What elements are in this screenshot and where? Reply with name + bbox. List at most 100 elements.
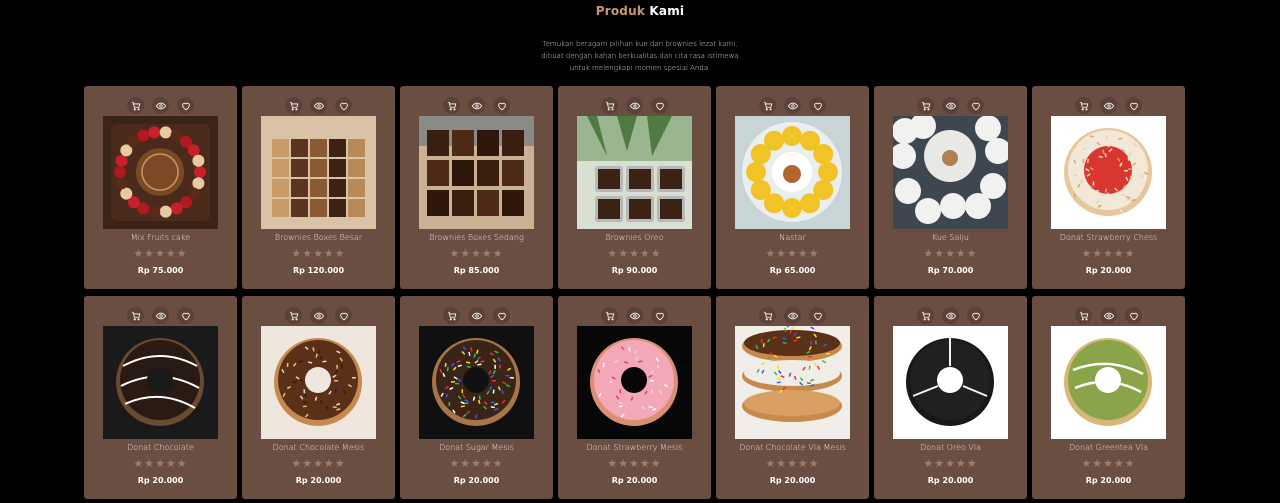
product-name[interactable]: Brownies Boxes Sedang xyxy=(400,233,553,242)
wishlist-button[interactable] xyxy=(335,97,352,114)
product-card[interactable]: Nastar ★★★★★ Rp 65.000 xyxy=(716,86,869,289)
add-to-cart-button[interactable] xyxy=(601,97,618,114)
donut-strawberry-cheese-photo[interactable] xyxy=(1051,116,1166,229)
wishlist-button[interactable] xyxy=(809,97,826,114)
wishlist-button[interactable] xyxy=(1125,307,1142,324)
product-card[interactable]: Donat Chocolate Mesis ★★★★★ Rp 20.000 xyxy=(242,296,395,499)
quick-view-button[interactable] xyxy=(1100,307,1117,324)
product-card[interactable]: Donat Greentea Vla ★★★★★ Rp 20.000 xyxy=(1032,296,1185,499)
product-card[interactable]: Brownies Boxes Sedang ★★★★★ Rp 85.000 xyxy=(400,86,553,289)
product-name[interactable]: Kue Salju xyxy=(874,233,1027,242)
add-to-cart-button[interactable] xyxy=(443,97,460,114)
product-name[interactable]: Mix Fruits cake xyxy=(84,233,237,242)
eye-icon xyxy=(945,311,956,321)
add-to-cart-button[interactable] xyxy=(285,307,302,324)
add-to-cart-button[interactable] xyxy=(917,97,934,114)
quick-view-button[interactable] xyxy=(626,97,643,114)
product-price: Rp 20.000 xyxy=(137,476,184,485)
product-card[interactable]: Donat Strawberry Mesis ★★★★★ Rp 20.000 xyxy=(558,296,711,499)
product-name[interactable]: Donat Oreo Vla xyxy=(874,443,1027,452)
product-name[interactable]: Donat Chocolate Vla Mesis xyxy=(716,443,869,452)
quick-view-button[interactable] xyxy=(468,307,485,324)
brownies-box-large-photo[interactable] xyxy=(261,116,376,229)
product-card[interactable]: Donat Strawberry Chess ★★★★★ Rp 20.000 xyxy=(1032,86,1185,289)
add-to-cart-button[interactable] xyxy=(759,307,776,324)
nastar-photo[interactable] xyxy=(735,116,850,229)
product-actions xyxy=(242,97,395,114)
product-card[interactable]: Donat Chocolate ★★★★★ Rp 20.000 xyxy=(84,296,237,499)
quick-view-button[interactable] xyxy=(310,307,327,324)
eye-icon xyxy=(629,101,640,111)
product-name[interactable]: Donat Chocolate xyxy=(84,443,237,452)
product-name[interactable]: Donat Greentea Vla xyxy=(1032,443,1185,452)
quick-view-button[interactable] xyxy=(942,97,959,114)
donut-greentea-photo[interactable] xyxy=(1051,326,1166,439)
wishlist-button[interactable] xyxy=(651,97,668,114)
add-to-cart-button[interactable] xyxy=(759,97,776,114)
product-name[interactable]: Nastar xyxy=(716,233,869,242)
wishlist-button[interactable] xyxy=(493,97,510,114)
wishlist-button[interactable] xyxy=(493,307,510,324)
wishlist-button[interactable] xyxy=(967,97,984,114)
quick-view-button[interactable] xyxy=(626,307,643,324)
product-card[interactable]: Brownies Oreo ★★★★★ Rp 90.000 xyxy=(558,86,711,289)
product-price: Rp 70.000 xyxy=(927,266,974,275)
rating-stars: ★★★★★ xyxy=(133,247,188,260)
wishlist-button[interactable] xyxy=(1125,97,1142,114)
quick-view-button[interactable] xyxy=(152,97,169,114)
add-to-cart-button[interactable] xyxy=(285,97,302,114)
brownies-oreo-photo[interactable] xyxy=(577,116,692,229)
donut-chocolate-photo[interactable] xyxy=(103,326,218,439)
add-to-cart-button[interactable] xyxy=(127,97,144,114)
product-card[interactable]: Kue Salju ★★★★★ Rp 70.000 xyxy=(874,86,1027,289)
eye-icon xyxy=(313,101,324,111)
wishlist-button[interactable] xyxy=(967,307,984,324)
brownies-box-medium-photo[interactable] xyxy=(419,116,534,229)
cart-icon xyxy=(447,311,457,321)
heart-icon xyxy=(339,311,349,321)
product-name[interactable]: Donat Sugar Mesis xyxy=(400,443,553,452)
product-card[interactable]: Donat Sugar Mesis ★★★★★ Rp 20.000 xyxy=(400,296,553,499)
quick-view-button[interactable] xyxy=(468,97,485,114)
product-name[interactable]: Donat Chocolate Mesis xyxy=(242,443,395,452)
quick-view-button[interactable] xyxy=(784,307,801,324)
product-price: Rp 20.000 xyxy=(927,476,974,485)
eye-icon xyxy=(471,101,482,111)
quick-view-button[interactable] xyxy=(942,307,959,324)
product-name[interactable]: Donat Strawberry Chess xyxy=(1032,233,1185,242)
wishlist-button[interactable] xyxy=(651,307,668,324)
product-actions xyxy=(242,307,395,324)
product-card[interactable]: Brownies Boxes Besar ★★★★★ Rp 120.000 xyxy=(242,86,395,289)
rating-stars: ★★★★★ xyxy=(291,247,346,260)
product-name[interactable]: Brownies Boxes Besar xyxy=(242,233,395,242)
donut-sugar-sprinkles-photo[interactable] xyxy=(419,326,534,439)
add-to-cart-button[interactable] xyxy=(443,307,460,324)
fruit-cake-photo[interactable] xyxy=(103,116,218,229)
kue-salju-photo[interactable] xyxy=(893,116,1008,229)
donut-stack-photo[interactable] xyxy=(735,326,850,439)
product-name[interactable]: Brownies Oreo xyxy=(558,233,711,242)
wishlist-button[interactable] xyxy=(177,97,194,114)
quick-view-button[interactable] xyxy=(310,97,327,114)
donut-chocolate-sprinkles-photo[interactable] xyxy=(261,326,376,439)
quick-view-button[interactable] xyxy=(1100,97,1117,114)
product-card[interactable]: Donat Chocolate Vla Mesis ★★★★★ Rp 20.000 xyxy=(716,296,869,499)
donut-strawberry-sprinkles-photo[interactable] xyxy=(577,326,692,439)
add-to-cart-button[interactable] xyxy=(601,307,618,324)
product-card[interactable]: Donat Oreo Vla ★★★★★ Rp 20.000 xyxy=(874,296,1027,499)
product-price: Rp 20.000 xyxy=(295,476,342,485)
add-to-cart-button[interactable] xyxy=(917,307,934,324)
wishlist-button[interactable] xyxy=(335,307,352,324)
add-to-cart-button[interactable] xyxy=(1075,97,1092,114)
wishlist-button[interactable] xyxy=(177,307,194,324)
quick-view-button[interactable] xyxy=(152,307,169,324)
product-name[interactable]: Donat Strawberry Mesis xyxy=(558,443,711,452)
quick-view-button[interactable] xyxy=(784,97,801,114)
heart-icon xyxy=(339,101,349,111)
product-card[interactable]: Mix Fruits cake ★★★★★ Rp 75.000 xyxy=(84,86,237,289)
add-to-cart-button[interactable] xyxy=(127,307,144,324)
donut-oreo-photo[interactable] xyxy=(893,326,1008,439)
add-to-cart-button[interactable] xyxy=(1075,307,1092,324)
product-price: Rp 85.000 xyxy=(453,266,500,275)
wishlist-button[interactable] xyxy=(809,307,826,324)
